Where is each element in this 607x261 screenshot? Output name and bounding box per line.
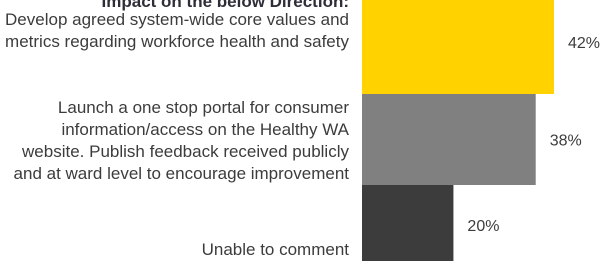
bar-value-label: 42%	[568, 35, 600, 52]
bar-1	[362, 0, 554, 94]
bar-3	[362, 185, 454, 261]
bar-2	[362, 94, 536, 185]
bar-value-label: 38%	[550, 133, 582, 150]
bar-chart: 42% 38% 20%	[362, 0, 600, 261]
bar-value-label: 20%	[467, 218, 499, 235]
